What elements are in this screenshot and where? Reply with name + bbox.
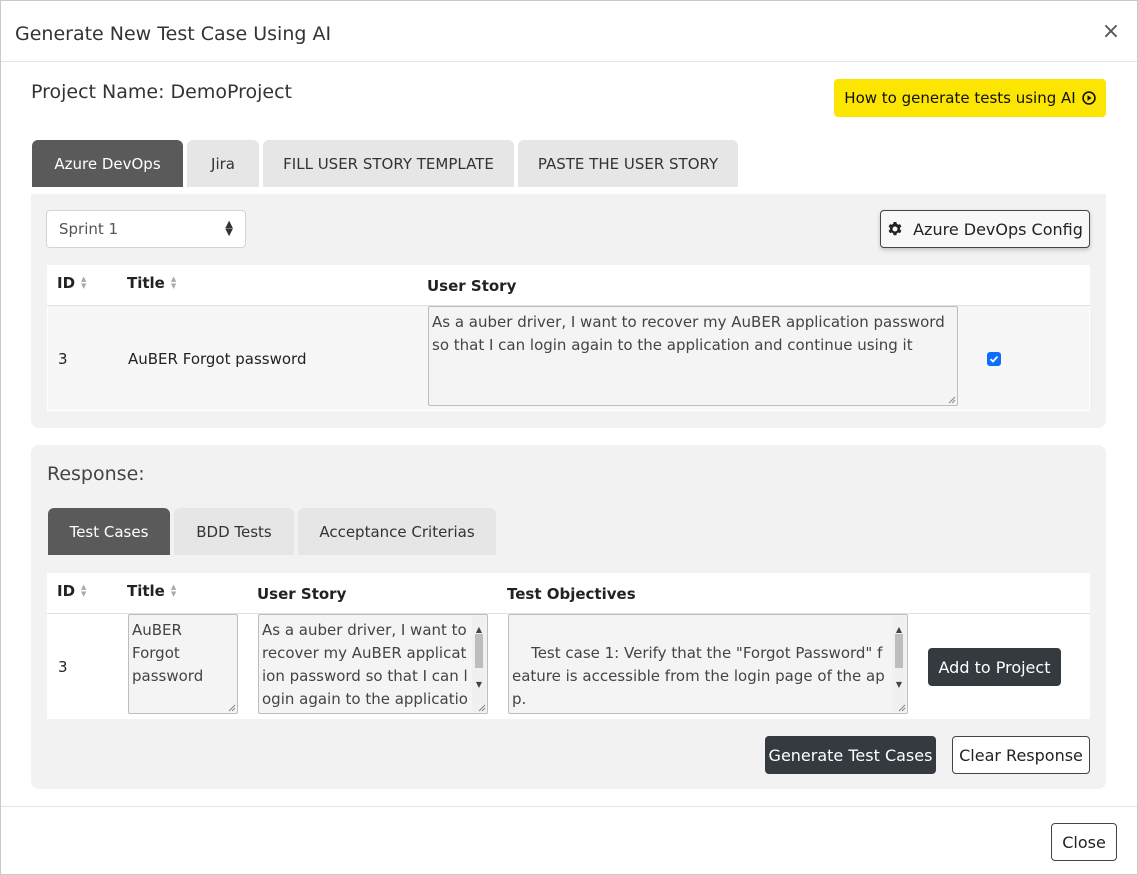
user-story-text: As a auber driver, I want to recover my … bbox=[432, 313, 945, 354]
modal-title: Generate New Test Case Using AI bbox=[15, 23, 332, 45]
tab-acceptance-criterias[interactable]: Acceptance Criterias bbox=[298, 508, 496, 555]
test-case-title-text: AuBER Forgot password bbox=[132, 621, 204, 685]
sprint-select[interactable]: Sprint 1 ▲ ▼ bbox=[46, 210, 246, 248]
sort-icon[interactable]: ▲ ▼ bbox=[81, 584, 86, 598]
tab-label: Jira bbox=[211, 154, 235, 173]
generate-test-cases-button[interactable]: Generate Test Cases bbox=[765, 736, 936, 774]
project-name: Project Name: DemoProject bbox=[31, 81, 292, 103]
test-case-id: 3 bbox=[58, 658, 68, 676]
response-label: Response: bbox=[47, 463, 145, 485]
scrollbar[interactable]: ▲ ▼ bbox=[892, 616, 906, 712]
sort-icon[interactable]: ▲ ▼ bbox=[171, 584, 176, 598]
generate-test-case-modal: Generate New Test Case Using AI × Projec… bbox=[0, 0, 1138, 875]
tab-fill-user-story-template[interactable]: FILL USER STORY TEMPLATE bbox=[263, 140, 514, 187]
modal-header: Generate New Test Case Using AI × bbox=[1, 1, 1137, 62]
tab-label: PASTE THE USER STORY bbox=[537, 154, 719, 173]
tab-jira[interactable]: Jira bbox=[187, 140, 259, 187]
select-arrows-icon: ▲ ▼ bbox=[225, 219, 233, 238]
clear-response-button[interactable]: Clear Response bbox=[952, 736, 1090, 774]
how-to-generate-button[interactable]: How to generate tests using AI bbox=[834, 79, 1106, 117]
story-id: 3 bbox=[58, 350, 68, 368]
scroll-down-icon[interactable]: ▼ bbox=[892, 673, 906, 696]
user-story-textarea[interactable]: As a auber driver, I want to recover my … bbox=[428, 306, 958, 406]
tab-label: BDD Tests bbox=[196, 522, 272, 541]
resize-handle-icon[interactable] bbox=[948, 396, 956, 404]
column-header-label: Title bbox=[127, 582, 165, 600]
story-title: AuBER Forgot password bbox=[128, 350, 307, 368]
column-header-label: User Story bbox=[257, 585, 347, 603]
tab-label: Test Cases bbox=[69, 522, 149, 541]
column-header-label: Test Objectives bbox=[507, 585, 636, 603]
column-header-user-story: User Story bbox=[257, 585, 346, 603]
checkmark-icon bbox=[989, 355, 999, 363]
close-icon[interactable]: × bbox=[1099, 18, 1123, 46]
sort-icon[interactable]: ▲ ▼ bbox=[171, 276, 176, 290]
gear-icon bbox=[888, 222, 902, 236]
column-header-id[interactable]: ID ▲ ▼ bbox=[57, 582, 86, 600]
tab-label: Azure DevOps bbox=[54, 154, 161, 173]
column-header-test-objectives: Test Objectives bbox=[507, 585, 636, 603]
column-header-title[interactable]: Title ▲ ▼ bbox=[127, 274, 176, 292]
column-header-label: ID bbox=[57, 274, 76, 292]
scroll-thumb[interactable] bbox=[895, 634, 903, 668]
resize-handle-icon[interactable] bbox=[478, 704, 486, 712]
column-header-id[interactable]: ID ▲ ▼ bbox=[57, 274, 86, 292]
tab-test-cases[interactable]: Test Cases bbox=[48, 508, 170, 555]
column-header-label: Title bbox=[127, 274, 165, 292]
tab-label: Acceptance Criterias bbox=[319, 522, 475, 541]
column-header-user-story: User Story bbox=[427, 277, 516, 295]
tab-label: FILL USER STORY TEMPLATE bbox=[283, 154, 494, 173]
azure-devops-config-button[interactable]: Azure DevOps Config bbox=[880, 210, 1090, 248]
column-header-label: User Story bbox=[427, 277, 517, 295]
resize-handle-icon[interactable] bbox=[228, 704, 236, 712]
column-header-title[interactable]: Title ▲ ▼ bbox=[127, 582, 176, 600]
scrollbar[interactable]: ▲ ▼ bbox=[472, 616, 486, 712]
footer-divider bbox=[1, 806, 1137, 807]
sort-icon[interactable]: ▲ ▼ bbox=[81, 276, 86, 290]
resize-handle-icon[interactable] bbox=[898, 704, 906, 712]
scroll-thumb[interactable] bbox=[475, 634, 483, 668]
sprint-select-value: Sprint 1 bbox=[59, 220, 119, 238]
add-to-project-button[interactable]: Add to Project bbox=[928, 648, 1061, 686]
config-button-label: Azure DevOps Config bbox=[913, 219, 1083, 239]
test-case-user-story-text: As a auber driver, I want to recover my … bbox=[262, 621, 468, 708]
play-circle-icon bbox=[1081, 91, 1096, 105]
close-button[interactable]: Close bbox=[1051, 823, 1117, 861]
tab-bdd-tests[interactable]: BDD Tests bbox=[174, 508, 294, 555]
how-to-generate-label: How to generate tests using AI bbox=[844, 89, 1076, 107]
scroll-down-icon[interactable]: ▼ bbox=[472, 673, 486, 696]
test-objectives-textarea[interactable]: Test case 1: Verify that the "Forgot Pas… bbox=[508, 614, 908, 714]
test-case-title-textarea[interactable]: AuBER Forgot password bbox=[128, 614, 238, 714]
test-objectives-text: Test case 1: Verify that the "Forgot Pas… bbox=[512, 644, 885, 708]
test-case-user-story-textarea[interactable]: As a auber driver, I want to recover my … bbox=[258, 614, 488, 714]
story-select-checkbox[interactable] bbox=[987, 352, 1001, 366]
tab-paste-user-story[interactable]: PASTE THE USER STORY bbox=[518, 140, 738, 187]
tab-azure-devops[interactable]: Azure DevOps bbox=[32, 140, 183, 187]
column-header-label: ID bbox=[57, 582, 76, 600]
